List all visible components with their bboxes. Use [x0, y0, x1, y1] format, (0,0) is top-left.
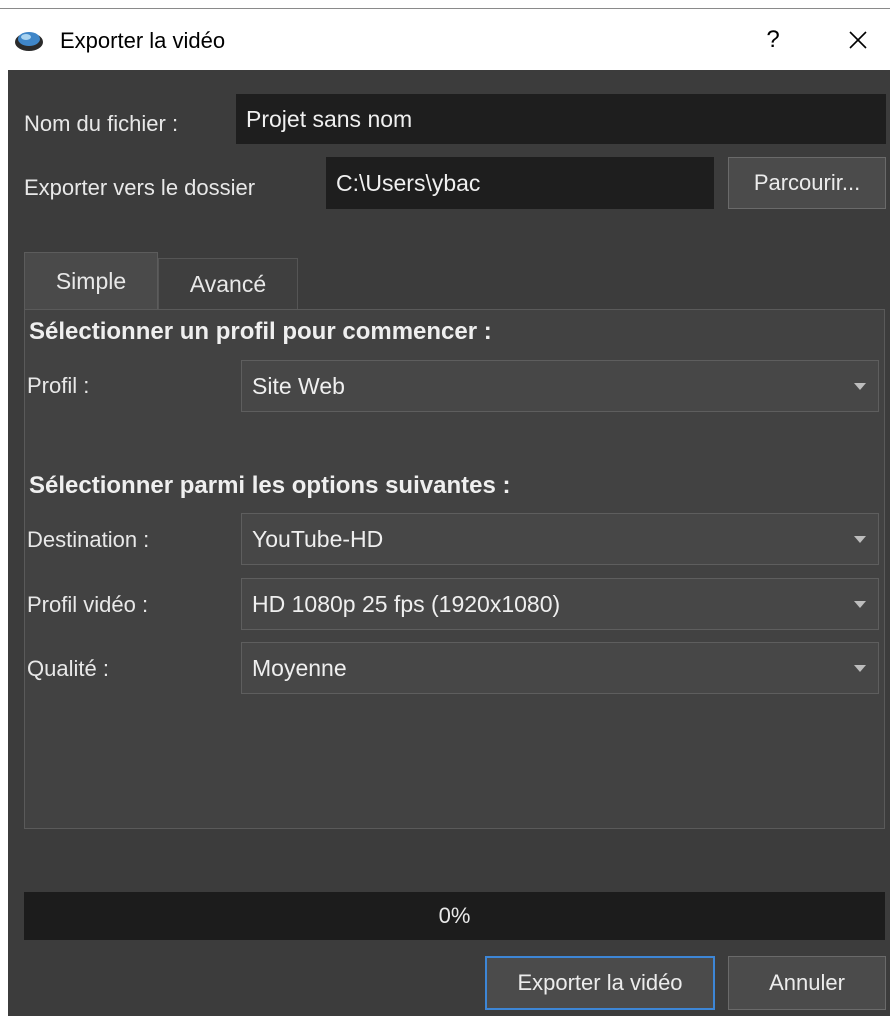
close-button[interactable] — [838, 22, 878, 58]
chevron-down-icon — [854, 383, 866, 390]
tab-simple[interactable]: Simple — [24, 252, 158, 310]
quality-select-value: Moyenne — [252, 654, 347, 681]
cancel-button[interactable]: Annuler — [728, 956, 886, 1010]
destination-select[interactable]: YouTube-HD — [241, 513, 879, 565]
file-name-input[interactable]: Projet sans nom — [236, 94, 886, 144]
quality-select[interactable]: Moyenne — [241, 642, 879, 694]
options-heading: Sélectionner parmi les options suivantes… — [29, 472, 511, 499]
profile-select-value: Site Web — [252, 372, 345, 399]
chevron-down-icon — [854, 665, 866, 672]
video-profile-select[interactable]: HD 1080p 25 fps (1920x1080) — [241, 578, 879, 630]
quality-label: Qualité : — [27, 656, 109, 681]
simple-tab-panel: Sélectionner un profil pour commencer : … — [24, 309, 885, 829]
export-progress-bar: 0% — [24, 892, 885, 940]
file-name-label: Nom du fichier : — [24, 111, 179, 136]
app-logo-icon — [15, 32, 43, 51]
profile-heading: Sélectionner un profil pour commencer : — [29, 318, 492, 345]
tab-avance[interactable]: Avancé — [158, 258, 298, 310]
chevron-down-icon — [854, 601, 866, 608]
export-folder-input[interactable]: C:\Users\ybac — [326, 157, 714, 209]
window-title: Exporter la vidéo — [60, 28, 226, 53]
export-folder-label: Exporter vers le dossier — [24, 175, 256, 200]
export-video-button[interactable]: Exporter la vidéo — [485, 956, 715, 1010]
progress-text: 0% — [438, 903, 471, 928]
video-profile-select-value: HD 1080p 25 fps (1920x1080) — [252, 590, 561, 617]
close-icon — [849, 31, 867, 49]
help-button[interactable]: ? — [753, 22, 793, 58]
video-profile-label: Profil vidéo : — [27, 592, 149, 617]
export-dialog: Nom du fichier : Projet sans nom Exporte… — [8, 70, 890, 1016]
destination-label: Destination : — [27, 527, 150, 552]
profile-label: Profil : — [27, 373, 90, 398]
browse-button[interactable]: Parcourir... — [728, 157, 886, 209]
chevron-down-icon — [854, 536, 866, 543]
title-bar: Exporter la vidéo ? — [0, 0, 890, 70]
profile-select[interactable]: Site Web — [241, 360, 879, 412]
destination-select-value: YouTube-HD — [252, 525, 384, 552]
top-divider — [0, 8, 890, 9]
